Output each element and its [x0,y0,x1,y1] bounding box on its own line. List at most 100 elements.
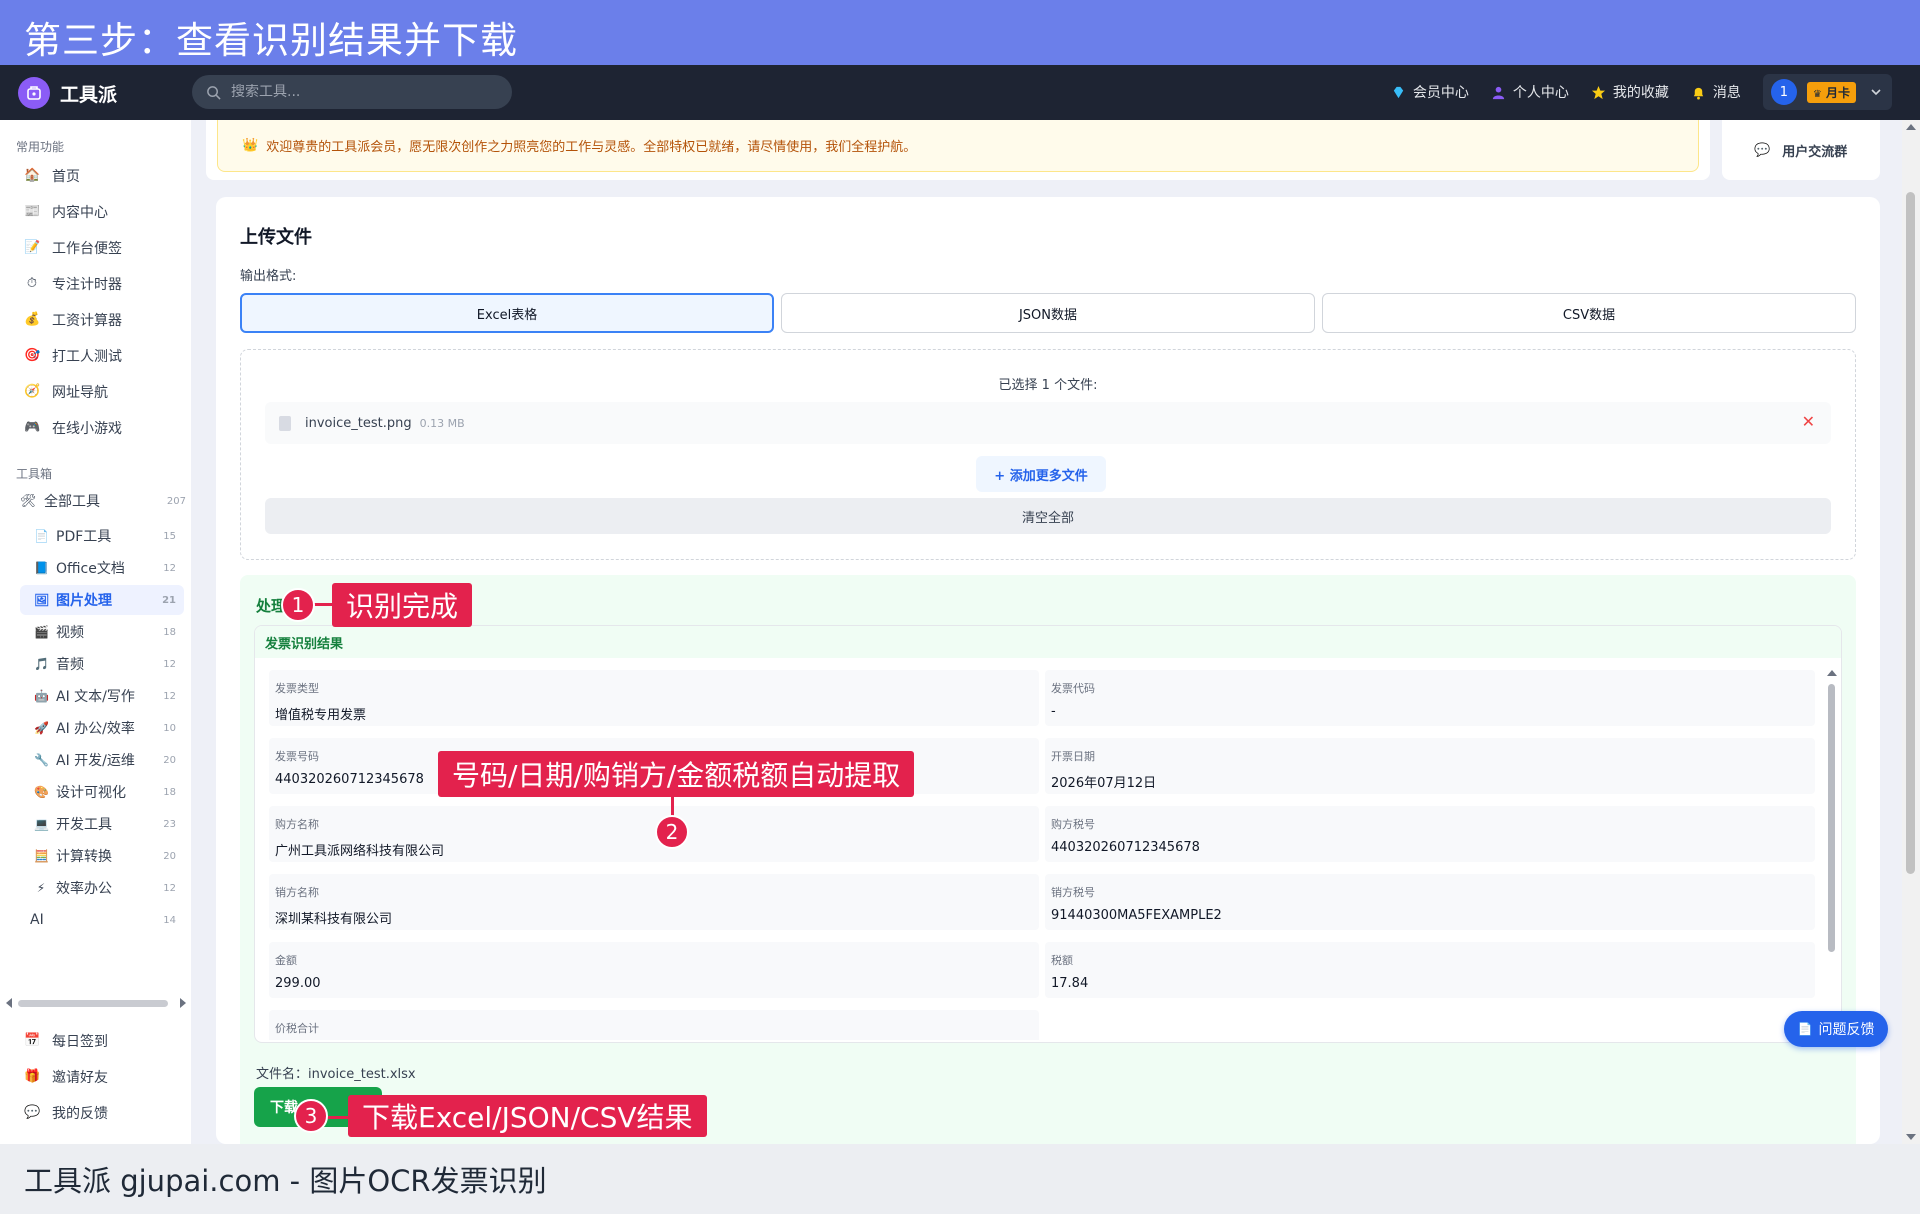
field-issue-date: 开票日期 2026年07月12日 [1045,738,1815,794]
clear-all-button[interactable]: 清空全部 [265,498,1831,534]
sidebar-item-image[interactable]: 🖼 图片处理 21 [20,585,184,615]
sidebar-item-timer[interactable]: ⏱ 专注计时器 [24,271,122,297]
scroll-down-arrow-icon[interactable] [1906,1134,1916,1140]
sidebar-item-label: AI [30,912,44,928]
clapper-icon: 🎬 [34,625,49,639]
sidebar-item-checkin[interactable]: 📅 每日签到 [24,1028,108,1054]
document-icon: 📘 [34,561,49,575]
sidebar-item-ai-dev[interactable]: 🔧 AI 开发/运维 20 [20,745,184,775]
field-value: 440320260712345678 [1051,840,1200,855]
newspaper-icon: 📰 [24,204,41,219]
sidebar-item-efficiency[interactable]: ⚡ 效率办公 12 [20,873,184,903]
output-filename: 文件名：invoice_test.xlsx [256,1067,416,1082]
count-badge: 18 [163,786,176,798]
nav-favorites[interactable]: 我的收藏 [1591,82,1669,102]
crown-icon: 👑 [242,138,259,153]
vip-label: 月卡 [1825,85,1850,100]
format-label: 输出格式: [240,269,297,284]
page-caption: 工具派 gjupai.com - 图片OCR发票识别 [24,1164,547,1198]
sidebar-item-audio[interactable]: 🎵 音频 12 [20,649,184,679]
format-excel-button[interactable]: Excel表格 [240,293,774,333]
format-json-button[interactable]: JSON数据 [781,293,1315,333]
field-value: 广州工具派网络科技有限公司 [275,844,445,859]
logo-icon[interactable] [18,77,50,109]
page-vertical-scrollbar[interactable] [1902,120,1920,1144]
count-badge: 12 [163,690,176,702]
feedback-icon: 📄 [1797,1022,1813,1036]
sidebar-item-games[interactable]: 🎮 在线小游戏 [24,415,122,441]
sidebar-item-video[interactable]: 🎬 视频 18 [20,617,184,647]
search-box[interactable] [192,75,512,109]
sidebar-item-ai-writing[interactable]: 🤖 AI 文本/写作 12 [20,681,184,711]
remove-file-close-icon[interactable]: ✕ [1802,412,1815,431]
sidebar-item-content[interactable]: 📰 内容中心 [24,199,108,225]
invoice-fields[interactable]: 发票类型 增值税专用发票 发票代码 - 发票号码 440320260712345678… [269,670,1817,1040]
add-more-files-button[interactable]: + 添加更多文件 [976,456,1106,492]
field-value: 深圳某科技有限公司 [275,912,393,927]
sidebar-section-toolbox: 工具箱 [16,467,53,481]
scrollbar-thumb[interactable] [1906,192,1915,874]
logo-text[interactable]: 工具派 [60,80,117,107]
sidebar-item-worker-test[interactable]: 🎯 打工人测试 [24,343,122,369]
sidebar-item-label: 开发工具 [56,817,112,833]
search-input[interactable] [231,84,491,100]
sidebar-item-label: 网址导航 [52,385,108,401]
count-badge: 12 [163,562,176,574]
field-label: 发票代码 [1051,682,1095,695]
sidebar-item-label: AI 办公/效率 [56,721,135,737]
scroll-up-arrow-icon[interactable] [1827,670,1837,676]
field-value: 17.84 [1051,976,1089,991]
sidebar-item-ai[interactable]: AI 14 [20,905,184,935]
sidebar-item-all-tools[interactable]: 🛠 全部工具 207 [20,487,190,515]
calendar-icon: 📅 [24,1033,41,1048]
nav-messages[interactable]: 消息 [1691,82,1741,102]
count-badge: 207 [166,495,186,507]
file-size: 0.13 MB [419,416,465,430]
invoice-card-title: 发票识别结果 [255,626,1841,658]
sidebar-item-office[interactable]: 📘 Office文档 12 [20,553,184,583]
file-dropzone[interactable]: 已选择 1 个文件: invoice_test.png 0.13 MB ✕ + … [240,349,1856,560]
field-buyer-tax-id: 购方税号 440320260712345678 [1045,806,1815,862]
callout-auto-extract: 号码/日期/购销方/金额税额自动提取 [438,751,915,797]
field-label: 价税合计 [275,1022,319,1035]
format-csv-button[interactable]: CSV数据 [1322,293,1856,333]
sidebar-item-invite[interactable]: 🎁 邀请好友 [24,1064,108,1090]
nav-label: 会员中心 [1412,85,1469,101]
issue-feedback-button[interactable]: 📄 问题反馈 [1784,1011,1888,1047]
bell-icon [1693,87,1704,100]
sidebar-item-my-feedback[interactable]: 💬 我的反馈 [24,1100,108,1126]
field-value: 299.00 [275,976,321,991]
community-group-link[interactable]: 💬 用户交流群 [1722,120,1880,180]
result-panel: 处理 发票识别结果 发票类型 增值税专用发票 发票代码 - 发票号码 44032026… [240,575,1856,1144]
sidebar-item-label: 工资计算器 [52,313,122,329]
sidebar-item-label: AI 文本/写作 [56,689,135,705]
field-label: 购方税号 [1051,818,1095,831]
callout-recognition-done: 识别完成 [332,583,473,627]
field-label: 销方税号 [1051,886,1095,899]
result-vertical-scrollbar[interactable] [1825,670,1837,1040]
sidebar-item-calc[interactable]: 🧮 计算转换 20 [20,841,184,871]
sidebar-item-home[interactable]: 🏠 首页 [24,163,80,189]
user-menu[interactable]: 1 ♛ 月卡 [1762,74,1892,110]
scrollbar-thumb[interactable] [1828,684,1835,952]
sidebar-item-salary[interactable]: 💰 工资计算器 [24,307,122,333]
home-icon: 🏠 [24,168,41,183]
sidebar-item-ai-office[interactable]: 🚀 AI 办公/效率 10 [20,713,184,743]
scroll-up-arrow-icon[interactable] [1906,124,1916,130]
field-label: 销方名称 [275,886,319,899]
sidebar-item-dev-tools[interactable]: 💻 开发工具 23 [20,809,184,839]
sidebar-item-pdf[interactable]: 📄 PDF工具 15 [20,521,184,551]
scroll-right-arrow-icon[interactable] [180,998,186,1008]
scroll-left-arrow-icon[interactable] [6,998,12,1008]
sidebar-item-notes[interactable]: 📝 工作台便签 [24,235,122,261]
sidebar-item-nav-sites[interactable]: 🧭 网址导航 [24,379,108,405]
nav-personal-center[interactable]: 个人中心 [1491,82,1569,102]
scrollbar-thumb[interactable] [18,1000,168,1007]
sidebar-horizontal-scrollbar[interactable] [6,996,186,1010]
nav-member-center[interactable]: 会员中心 [1391,82,1469,102]
field-label: 发票类型 [275,682,319,695]
chevron-down-icon [1871,89,1881,96]
field-label: 税额 [1051,954,1073,967]
sidebar-item-design[interactable]: 🎨 设计可视化 18 [20,777,184,807]
sidebar-item-label: 音频 [56,657,84,673]
